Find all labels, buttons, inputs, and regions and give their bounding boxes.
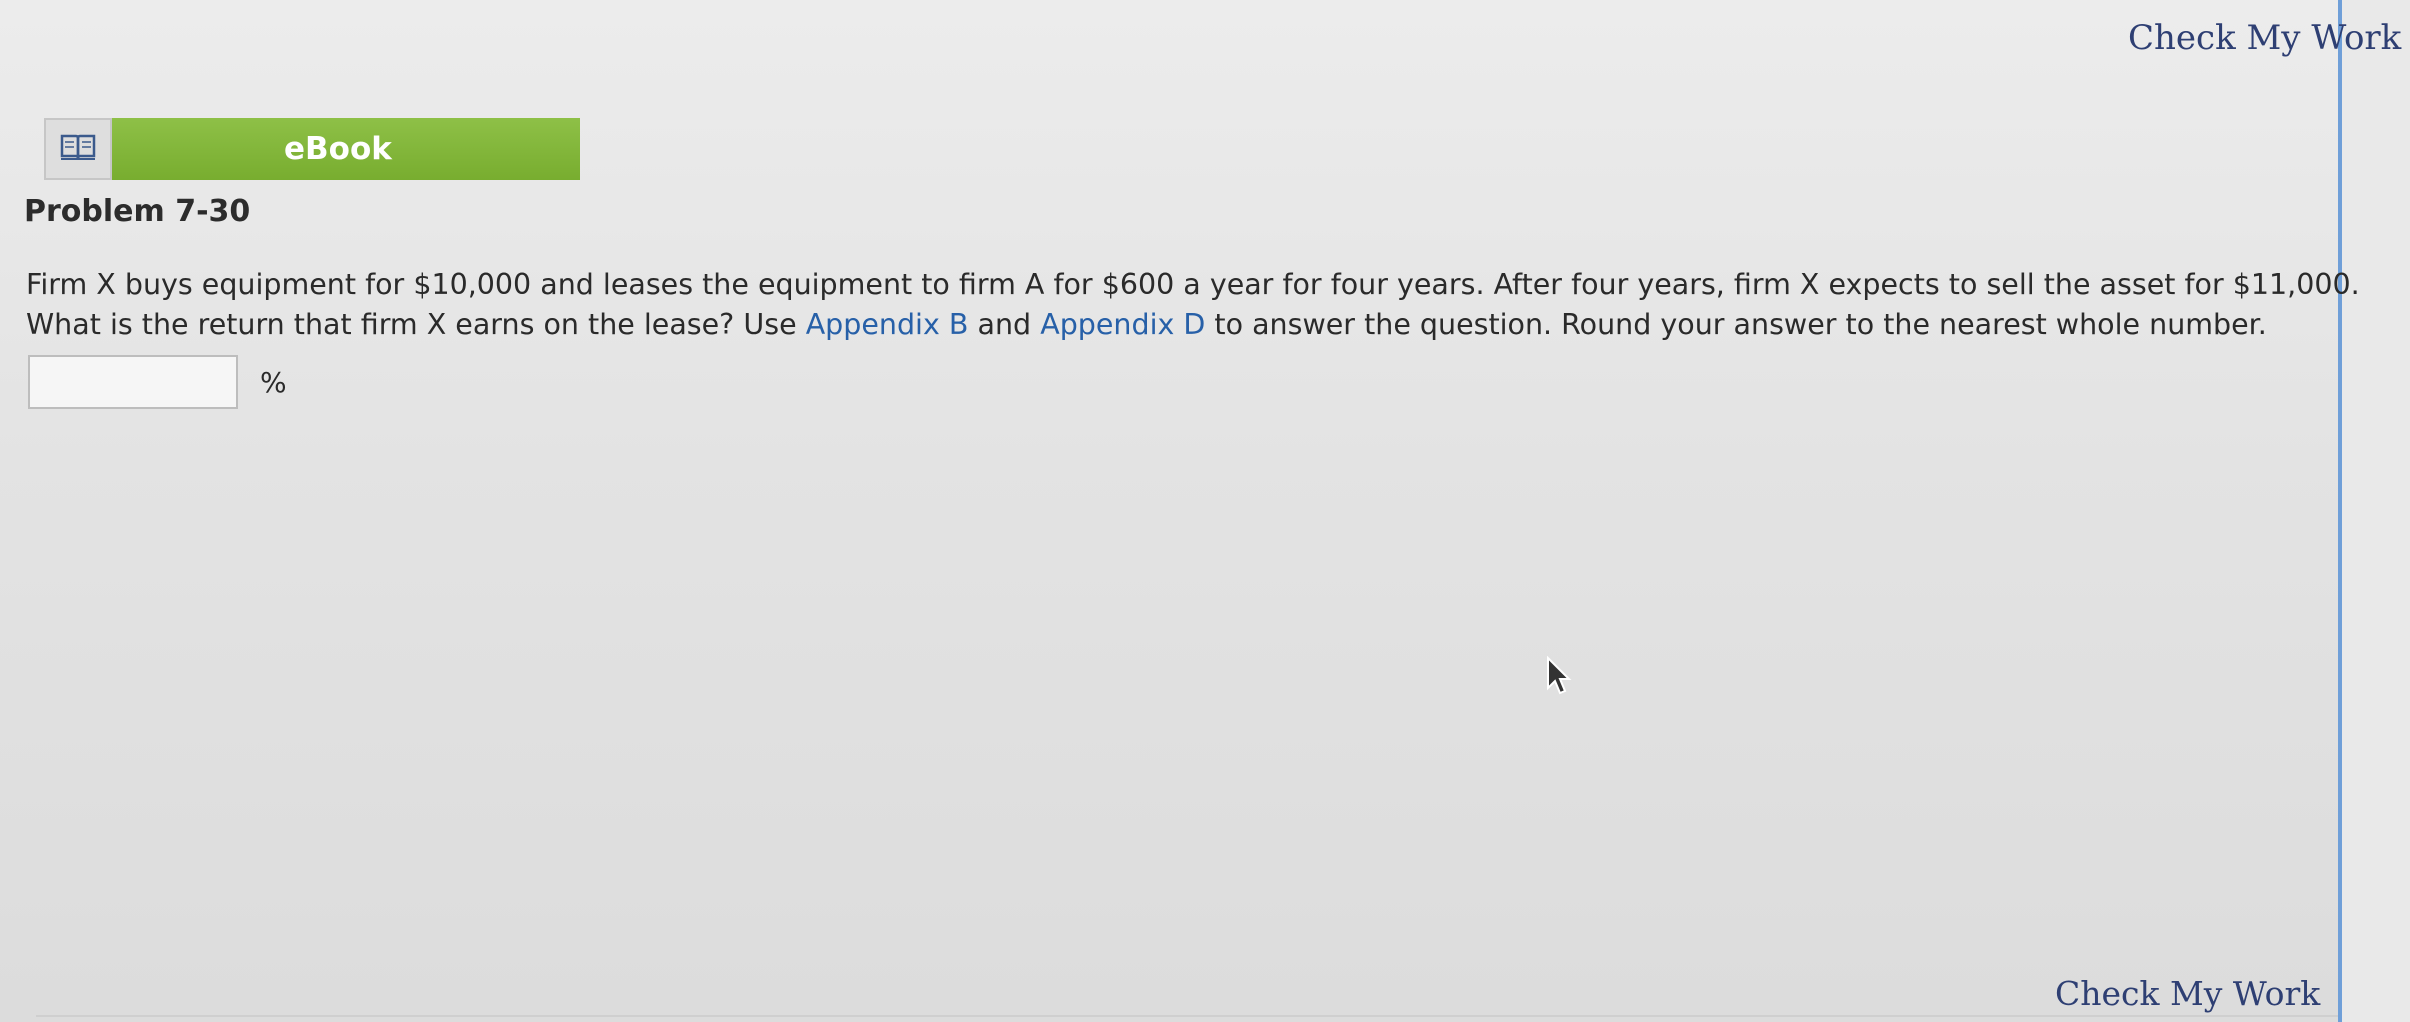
ebook-button[interactable]: eBook	[44, 118, 580, 180]
answer-input[interactable]	[28, 355, 238, 409]
ebook-label[interactable]: eBook	[112, 118, 580, 180]
mouse-pointer-icon	[1546, 655, 1572, 696]
problem-line-2-suffix: to answer the question. Round your answe…	[1205, 308, 2267, 341]
problem-line-2-prefix: What is the return that firm X earns on …	[26, 308, 806, 341]
check-my-work-link-top[interactable]: Check My Work	[2128, 18, 2401, 58]
problem-line-2: What is the return that firm X earns on …	[26, 305, 2356, 345]
answer-row: %	[28, 355, 287, 409]
check-my-work-link-bottom[interactable]: Check My Work	[2055, 974, 2320, 1013]
right-gutter	[2342, 0, 2410, 1022]
appendix-b-link[interactable]: Appendix B	[806, 308, 969, 341]
open-book-icon	[59, 132, 97, 166]
problem-line-1: Firm X buys equipment for $10,000 and le…	[26, 268, 2360, 301]
problem-title: Problem 7-30	[24, 194, 251, 229]
problem-statement: Firm X buys equipment for $10,000 and le…	[26, 265, 2360, 345]
problem-line-2-mid: and	[968, 308, 1041, 341]
ebook-icon-box[interactable]	[44, 118, 112, 180]
appendix-d-link[interactable]: Appendix D	[1040, 308, 1205, 341]
percent-unit-label: %	[260, 365, 287, 399]
